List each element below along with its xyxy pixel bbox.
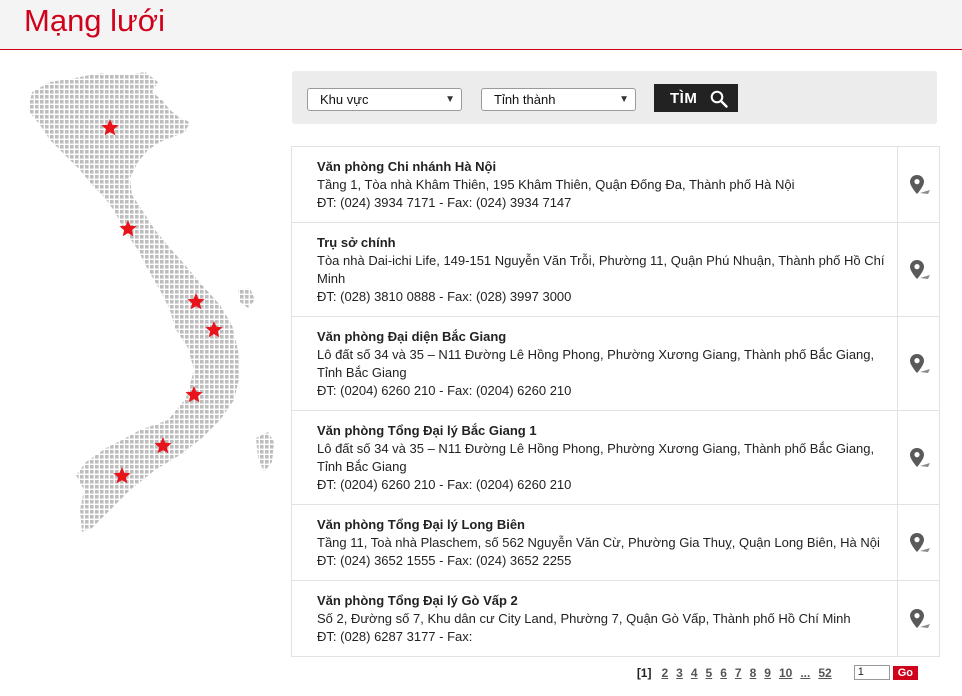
map-pin-icon <box>910 259 930 279</box>
search-button[interactable]: TÌM <box>654 84 738 112</box>
office-name: Văn phòng Đại diện Bắc Giang <box>317 329 507 344</box>
page-link[interactable]: 7 <box>735 666 742 680</box>
map-pin-button[interactable] <box>897 411 939 504</box>
map-pin-icon <box>910 174 930 194</box>
region-select-value: Khu vực <box>320 92 369 107</box>
province-select[interactable]: Tỉnh thành ▼ <box>481 88 636 111</box>
page-link[interactable]: 9 <box>764 666 771 680</box>
page-ellipsis[interactable]: ... <box>800 666 810 680</box>
map-pin-icon <box>910 353 930 373</box>
map-pin-button[interactable] <box>897 317 939 410</box>
office-info: Văn phòng Tổng Đại lý Long Biên Tầng 11,… <box>292 505 897 580</box>
office-address: Tầng 11, Toà nhà Plaschem, số 562 Nguyễn… <box>317 535 880 550</box>
page-title: Mạng lưới <box>24 3 166 38</box>
office-name: Văn phòng Tổng Đại lý Bắc Giang 1 <box>317 423 537 438</box>
office-list: Văn phòng Chi nhánh Hà Nội Tầng 1, Tòa n… <box>291 146 940 657</box>
search-bar: Khu vực ▼ Tỉnh thành ▼ TÌM <box>292 71 937 124</box>
office-info: Văn phòng Tổng Đại lý Bắc Giang 1 Lô đất… <box>292 411 897 504</box>
chevron-down-icon: ▼ <box>619 94 629 105</box>
map-pin-icon <box>910 608 930 628</box>
office-row: Văn phòng Tổng Đại lý Long Biên Tầng 11,… <box>292 505 939 581</box>
office-row: Văn phòng Tổng Đại lý Gò Vấp 2 Số 2, Đườ… <box>292 581 939 656</box>
map-pin-icon <box>910 447 930 467</box>
page-link-last[interactable]: 52 <box>818 666 831 680</box>
office-name: Văn phòng Tổng Đại lý Gò Vấp 2 <box>317 593 518 608</box>
page-link[interactable]: 10 <box>779 666 792 680</box>
office-name: Văn phòng Tổng Đại lý Long Biên <box>317 517 525 532</box>
office-address: Lô đất số 34 và 35 – N11 Đường Lê Hồng P… <box>317 347 875 380</box>
page-link[interactable]: 5 <box>706 666 713 680</box>
chevron-down-icon: ▼ <box>445 94 455 105</box>
office-name: Văn phòng Chi nhánh Hà Nội <box>317 159 497 174</box>
office-name: Trụ sở chính <box>317 235 396 250</box>
office-row: Văn phòng Chi nhánh Hà Nội Tầng 1, Tòa n… <box>292 147 939 223</box>
page-link[interactable]: 2 <box>661 666 668 680</box>
page-number-input[interactable]: 1 <box>853 665 890 680</box>
map-pin-button[interactable] <box>897 581 939 656</box>
office-contact: ĐT: (024) 3652 1555 - Fax: (024) 3652 22… <box>317 553 572 568</box>
go-button[interactable]: Go <box>892 665 918 680</box>
office-address: Tầng 1, Tòa nhà Khâm Thiên, 195 Khâm Thi… <box>317 177 795 192</box>
office-address: Lô đất số 34 và 35 – N11 Đường Lê Hồng P… <box>317 441 875 474</box>
current-page: [1] <box>636 665 652 680</box>
office-row: Văn phòng Tổng Đại lý Bắc Giang 1 Lô đất… <box>292 411 939 505</box>
office-row: Văn phòng Đại diện Bắc Giang Lô đất số 3… <box>292 317 939 411</box>
province-select-value: Tỉnh thành <box>494 92 556 107</box>
page-link[interactable]: 6 <box>720 666 727 680</box>
search-button-label: TÌM <box>670 90 698 107</box>
office-contact: ĐT: (028) 3810 0888 - Fax: (028) 3997 30… <box>317 289 572 304</box>
page-header: Mạng lưới <box>0 0 962 50</box>
office-row: Trụ sở chính Tòa nhà Dai-ichi Life, 149-… <box>292 223 939 317</box>
map-pin-icon <box>910 532 930 552</box>
region-select[interactable]: Khu vực ▼ <box>307 88 462 111</box>
office-address: Tòa nhà Dai-ichi Life, 149-151 Nguyễn Vă… <box>317 253 885 286</box>
office-contact: ĐT: (028) 6287 3177 - Fax: <box>317 629 473 644</box>
office-contact: ĐT: (0204) 6260 210 - Fax: (0204) 6260 2… <box>317 477 572 492</box>
office-info: Văn phòng Chi nhánh Hà Nội Tầng 1, Tòa n… <box>292 147 897 222</box>
magnifier-icon <box>710 90 728 108</box>
office-info: Văn phòng Đại diện Bắc Giang Lô đất số 3… <box>292 317 897 410</box>
map-pin-button[interactable] <box>897 505 939 580</box>
office-info: Văn phòng Tổng Đại lý Gò Vấp 2 Số 2, Đườ… <box>292 581 897 656</box>
office-contact: ĐT: (024) 3934 7171 - Fax: (024) 3934 71… <box>317 195 572 210</box>
page-link[interactable]: 4 <box>691 666 698 680</box>
pagination: [1] 2 3 4 5 6 7 8 9 10 ... 52 1 Go <box>637 665 918 680</box>
office-contact: ĐT: (0204) 6260 210 - Fax: (0204) 6260 2… <box>317 383 572 398</box>
map-pin-button[interactable] <box>897 223 939 316</box>
office-info: Trụ sở chính Tòa nhà Dai-ichi Life, 149-… <box>292 223 897 316</box>
office-address: Số 2, Đường số 7, Khu dân cư City Land, … <box>317 611 851 626</box>
page-link[interactable]: 3 <box>676 666 683 680</box>
map-pin-button[interactable] <box>897 147 939 222</box>
vietnam-map <box>28 72 274 532</box>
page-link[interactable]: 8 <box>750 666 757 680</box>
